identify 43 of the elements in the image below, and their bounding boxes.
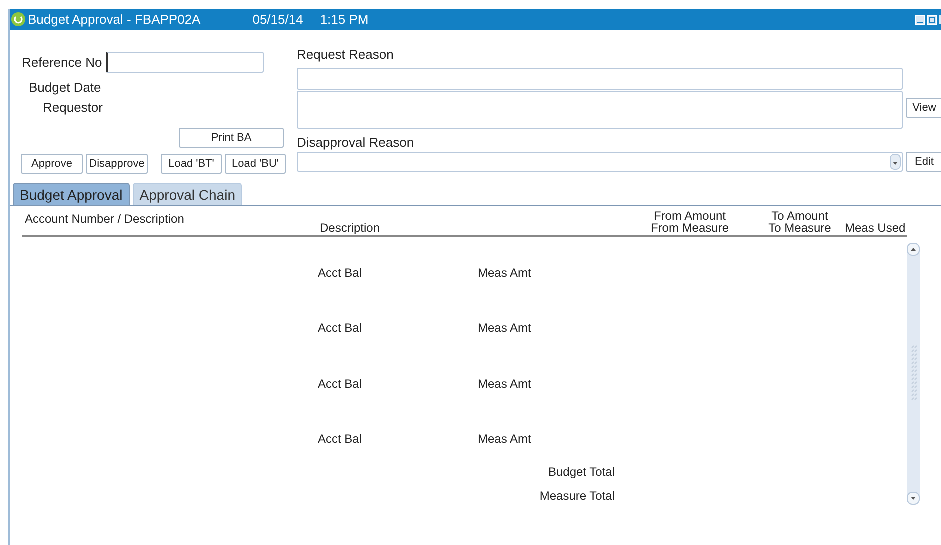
column-header: From Measure — [650, 222, 730, 234]
date-text: 05/15/14 — [252, 12, 304, 27]
time-text: 1:15 PM — [320, 12, 369, 27]
column-header: Account Number / Description — [25, 213, 186, 225]
request-reason-field[interactable] — [297, 68, 903, 90]
row-label: Meas Amt — [478, 266, 532, 280]
field-label: Requestor — [43, 100, 104, 115]
reference-input[interactable] — [106, 52, 264, 73]
scroll-down-icon[interactable] — [907, 492, 920, 505]
tab[interactable]: Budget Approval — [13, 183, 130, 205]
window-title: Budget Approval - FBAPP02A — [28, 12, 201, 27]
action-button[interactable]: Load 'BT' — [161, 154, 222, 174]
row-label: Acct Bal — [318, 432, 364, 446]
action-button[interactable]: Load 'BU' — [225, 154, 286, 174]
app-logo-icon — [11, 12, 26, 27]
scrollbar[interactable] — [907, 243, 920, 505]
field-label: Request Reason — [297, 47, 395, 62]
row-label: Acct Bal — [318, 266, 364, 280]
column-header: To Measure — [768, 222, 832, 234]
action-button[interactable]: Approve — [21, 154, 83, 174]
column-header: To Amount — [772, 210, 828, 222]
row-label: Acct Bal — [318, 321, 364, 336]
maximize-icon[interactable] — [927, 14, 937, 24]
column-header: Meas Used — [845, 222, 907, 234]
view-button[interactable]: View — [906, 98, 941, 118]
minimize-icon[interactable] — [915, 14, 925, 24]
action-button[interactable]: Disapprove — [86, 154, 148, 174]
field-label: Reference No — [22, 55, 102, 70]
row-label: Meas Amt — [478, 376, 532, 391]
total-label: Budget Total — [548, 465, 615, 479]
scroll-grip-icon[interactable] — [910, 345, 918, 403]
row-label: Meas Amt — [478, 321, 532, 336]
tab[interactable]: Approval Chain — [132, 183, 242, 205]
column-header: From Amount — [654, 210, 726, 222]
scroll-up-icon[interactable] — [907, 243, 920, 256]
edit-button[interactable]: Edit — [906, 152, 941, 172]
row-label: Acct Bal — [318, 376, 364, 391]
field-label: Disapproval Reason — [297, 135, 416, 150]
total-label: Measure Total — [540, 489, 615, 503]
row-label: Meas Amt — [478, 432, 532, 446]
field-label: Budget Date — [29, 80, 102, 95]
column-header: Description — [320, 222, 382, 234]
print-button[interactable]: Print BA — [179, 128, 284, 148]
